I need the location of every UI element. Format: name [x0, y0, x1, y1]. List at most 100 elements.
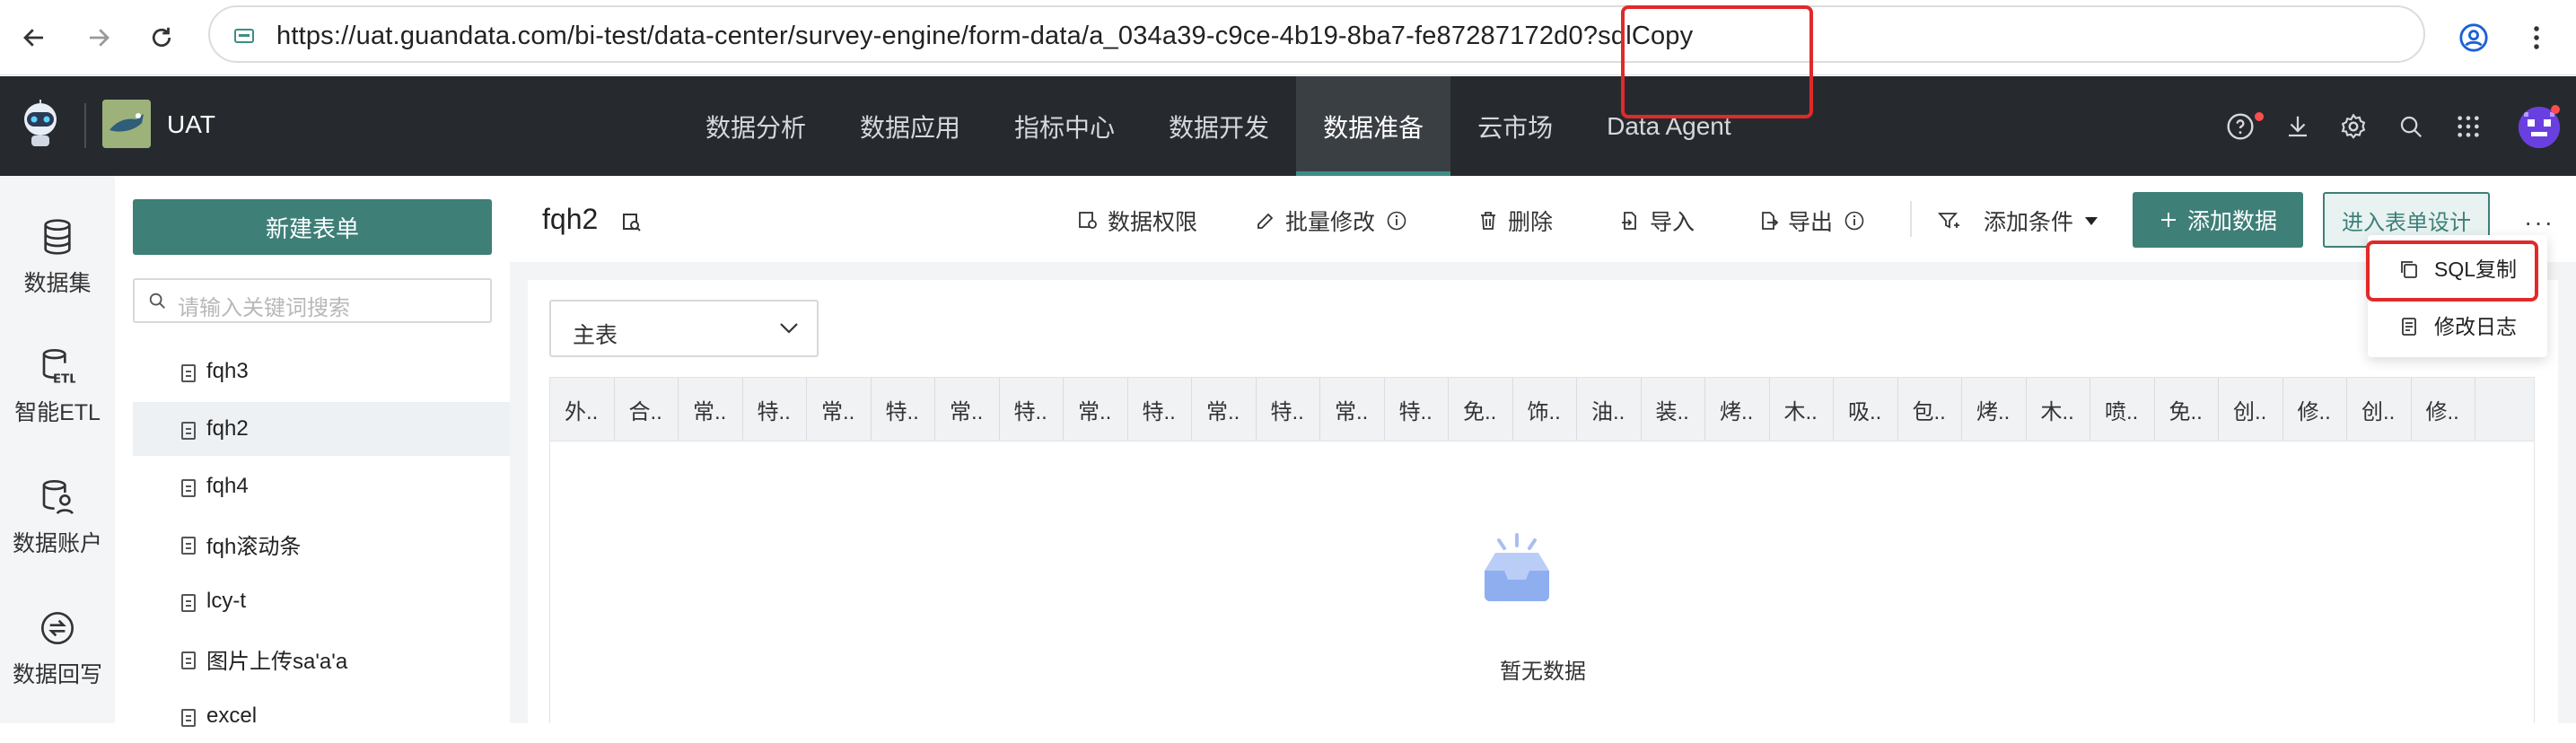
form-list-item[interactable]: 图片上传sa'a'a	[133, 632, 510, 686]
column-header[interactable]: 创..	[2347, 378, 2412, 441]
column-header[interactable]: 常..	[1192, 378, 1257, 441]
nav-cloud-market[interactable]: 云市场	[1450, 76, 1580, 176]
column-header[interactable]: 常..	[935, 378, 1000, 441]
new-form-button[interactable]: 新建表单	[133, 199, 492, 255]
column-header[interactable]: 免..	[2155, 378, 2219, 441]
table-body: 暂无数据	[549, 441, 2535, 723]
column-header[interactable]: 特..	[1385, 378, 1449, 441]
form-icon	[181, 709, 196, 727]
nav-data-development[interactable]: 数据开发	[1142, 76, 1296, 176]
nav-data-apps[interactable]: 数据应用	[833, 76, 987, 176]
table-header: 外.. 合.. 常.. 特.. 常.. 特.. 常.. 特.. 常.. 特.. 常.. 特.. 常.. 特…	[549, 377, 2535, 441]
main-area: fqh2 数据权限 批量修改 删除 导入 导出 添加条件 添加数据 进入表单设计…	[510, 176, 2576, 723]
settings-icon[interactable]	[2337, 110, 2370, 143]
apps-grid-icon[interactable]	[2452, 110, 2484, 143]
batch-edit-button[interactable]: 批量修改	[1255, 205, 1416, 237]
delete-label: 删除	[1508, 210, 1554, 235]
main-nav: 数据分析 数据应用 指标中心 数据开发 数据准备 云市场 Data Agent	[679, 76, 1758, 176]
rail-item-data-writeback[interactable]: 数据回写	[0, 608, 115, 689]
column-header[interactable]: 油..	[1577, 378, 1642, 441]
column-header[interactable]: 特..	[743, 378, 807, 441]
robot-logo-icon[interactable]	[14, 96, 66, 148]
column-header[interactable]: 常..	[679, 378, 743, 441]
form-item-label: 图片上传sa'a'a	[206, 649, 348, 674]
column-header[interactable]: 创..	[2219, 378, 2283, 441]
menu-item-change-log[interactable]: 修改日志	[2368, 298, 2547, 352]
column-header[interactable]: 免..	[1449, 378, 1513, 441]
logo-divider	[84, 103, 86, 148]
column-header[interactable]: 特..	[1257, 378, 1320, 441]
column-header[interactable]: 特..	[1000, 378, 1064, 441]
column-header[interactable]: 常..	[807, 378, 872, 441]
profile-icon[interactable]	[2452, 16, 2495, 59]
url-text[interactable]: https://uat.guandata.com/bi-test/data-ce…	[276, 22, 1693, 51]
form-list-item[interactable]: lcy-t	[133, 574, 510, 628]
column-header[interactable]: 修..	[2412, 378, 2475, 441]
add-condition-button[interactable]: 添加条件	[1937, 205, 2107, 237]
app-logo[interactable]	[102, 100, 151, 148]
nav-data-preparation[interactable]: 数据准备	[1296, 76, 1451, 176]
form-list-item[interactable]: excel	[133, 689, 510, 743]
column-header[interactable]: 包..	[1898, 378, 1962, 441]
chevron-down-icon	[780, 323, 798, 334]
form-list-item[interactable]: fqh2	[133, 402, 510, 456]
column-header[interactable]: 合..	[615, 378, 679, 441]
download-icon[interactable]	[2282, 110, 2314, 143]
form-item-label: fqh滚动条	[206, 534, 302, 559]
help-notification-dot	[2255, 112, 2264, 121]
etl-icon: ETL	[42, 349, 75, 386]
menu-item-label: 修改日志	[2434, 315, 2517, 338]
column-header[interactable]: 外..	[550, 378, 615, 441]
export-button[interactable]: 导出	[1757, 205, 1874, 237]
import-label: 导入	[1650, 210, 1695, 235]
caret-down-icon	[2085, 217, 2098, 225]
info-icon[interactable]	[1386, 210, 1407, 232]
column-header[interactable]: 装..	[1642, 378, 1705, 441]
column-header[interactable]: 饰..	[1513, 378, 1577, 441]
reload-icon[interactable]	[140, 16, 183, 59]
form-item-label: fqh3	[206, 359, 249, 383]
rail-item-smart-etl[interactable]: ETL 智能ETL	[0, 346, 115, 427]
form-list-item[interactable]: fqh4	[133, 459, 510, 513]
column-header[interactable]: 烤..	[1705, 378, 1770, 441]
import-button[interactable]: 导入	[1619, 205, 1695, 237]
data-permissions-label: 数据权限	[1108, 210, 1198, 235]
table-select[interactable]: 主表	[549, 300, 819, 357]
rail-item-datasets[interactable]: 数据集	[0, 217, 115, 298]
form-list-item[interactable]: fqh滚动条	[133, 517, 510, 571]
column-header[interactable]: 烤..	[1962, 378, 2027, 441]
data-permissions-button[interactable]: 数据权限	[1077, 205, 1197, 237]
form-list-item[interactable]: fqh3	[133, 345, 510, 398]
rail-item-data-account[interactable]: 数据账户	[0, 477, 115, 558]
column-header[interactable]: 喷..	[2090, 378, 2155, 441]
column-header[interactable]: 常..	[1320, 378, 1385, 441]
batch-edit-label: 批量修改	[1285, 210, 1376, 235]
data-writeback-icon	[41, 612, 74, 644]
form-info-icon[interactable]	[621, 212, 643, 233]
form-icon	[181, 422, 196, 440]
column-header[interactable]: 特..	[872, 378, 935, 441]
column-header[interactable]: 常..	[1064, 378, 1128, 441]
add-data-button[interactable]: 添加数据	[2133, 192, 2303, 248]
column-header[interactable]: 木..	[2027, 378, 2090, 441]
info-icon[interactable]	[1844, 210, 1865, 232]
help-icon[interactable]	[2224, 110, 2256, 143]
column-header[interactable]: 木..	[1770, 378, 1834, 441]
more-options-button[interactable]: ···	[2524, 208, 2554, 237]
export-label: 导出	[1788, 210, 1834, 235]
column-header[interactable]: 吸..	[1834, 378, 1898, 441]
browser-menu-icon[interactable]	[2515, 16, 2558, 59]
search-icon[interactable]	[2395, 110, 2427, 143]
site-info-icon[interactable]	[233, 27, 255, 45]
delete-button[interactable]: 删除	[1477, 205, 1553, 237]
column-header[interactable]: 特..	[1128, 378, 1192, 441]
nav-data-analysis[interactable]: 数据分析	[679, 76, 833, 176]
form-search-input[interactable]: 请输入关键词搜索	[133, 278, 492, 323]
rail-label: 智能ETL	[14, 400, 101, 425]
address-bar[interactable]: https://uat.guandata.com/bi-test/data-ce…	[208, 5, 2425, 63]
left-rail: 数据集 ETL 智能ETL 数据账户 数据回写	[0, 176, 115, 723]
back-icon[interactable]	[13, 16, 56, 59]
nav-metrics-center[interactable]: 指标中心	[987, 76, 1142, 176]
column-header[interactable]: 修..	[2283, 378, 2347, 441]
forward-icon[interactable]	[77, 16, 120, 59]
